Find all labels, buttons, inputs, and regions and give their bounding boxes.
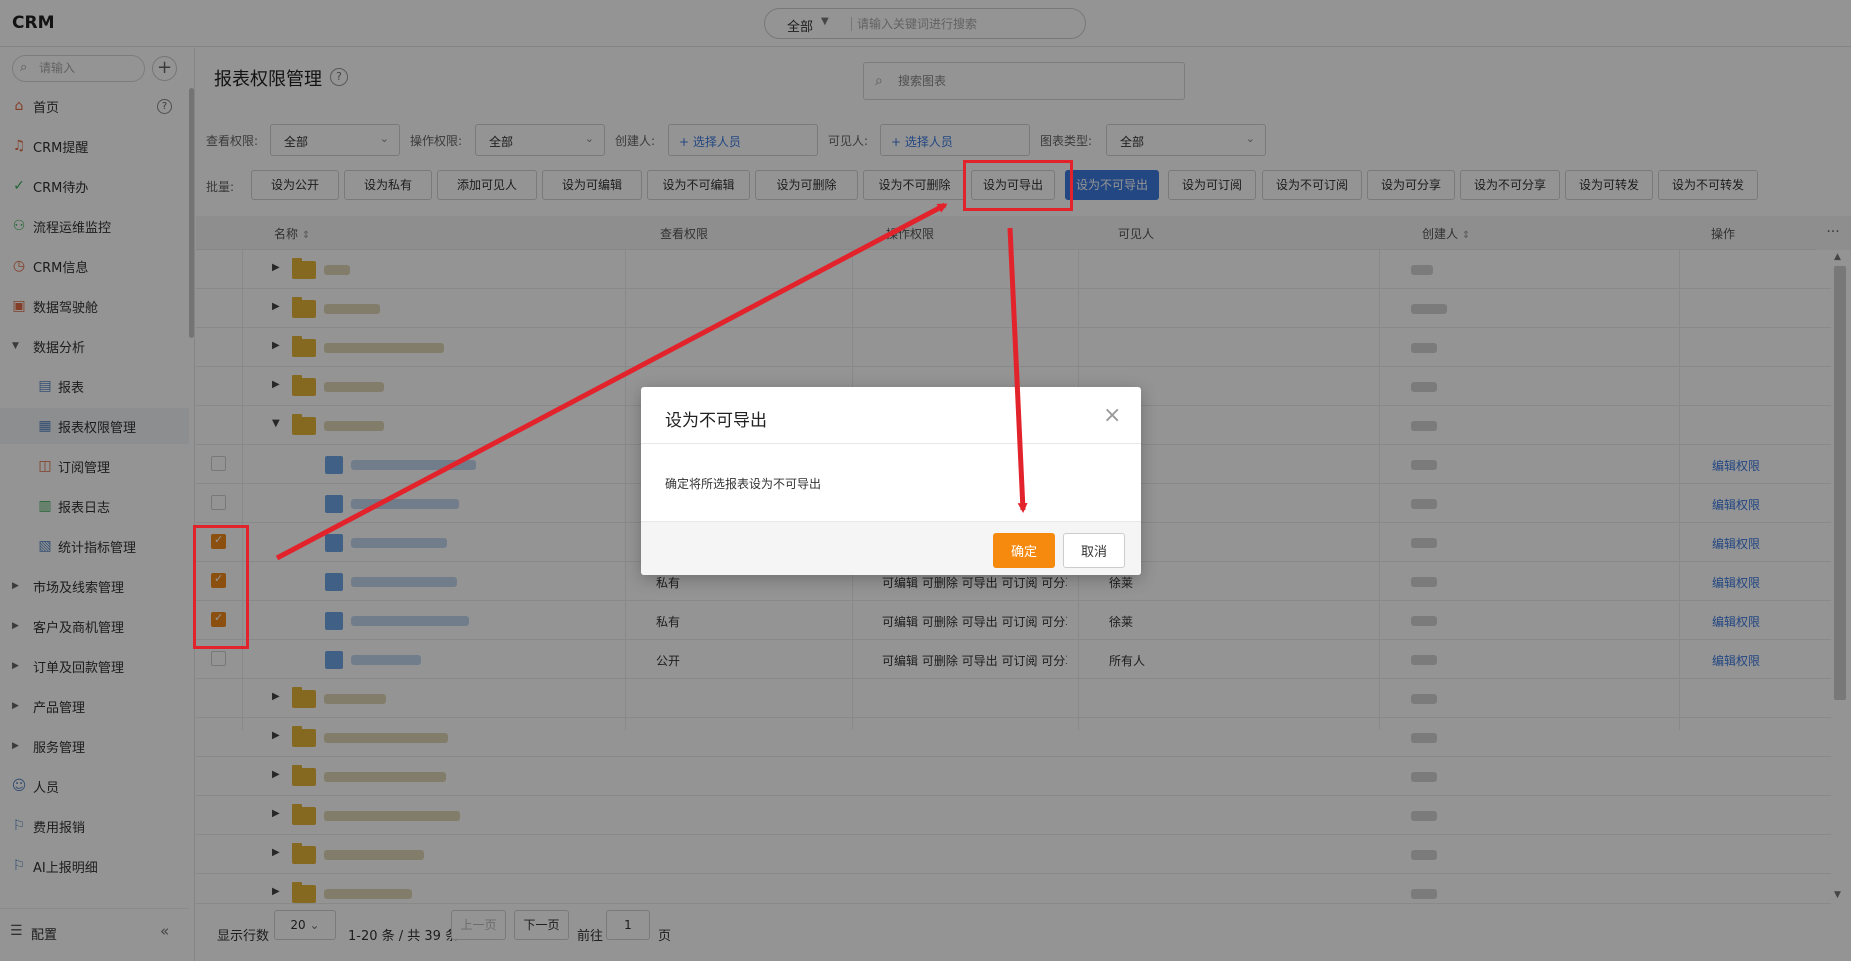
annotation-highlight-box	[963, 160, 1073, 211]
dialog-divider	[641, 443, 1141, 444]
dialog-message: 确定将所选报表设为不可导出	[665, 477, 822, 491]
annotation-highlight-box	[193, 525, 249, 649]
confirm-dialog: 设为不可导出 × 确定将所选报表设为不可导出 确定 取消	[641, 387, 1141, 575]
dialog-footer: 确定 取消	[641, 521, 1141, 575]
dialog-title: 设为不可导出	[665, 411, 767, 431]
cancel-button[interactable]: 取消	[1063, 533, 1125, 568]
confirm-button[interactable]: 确定	[993, 533, 1055, 568]
close-icon[interactable]: ×	[1103, 403, 1121, 428]
